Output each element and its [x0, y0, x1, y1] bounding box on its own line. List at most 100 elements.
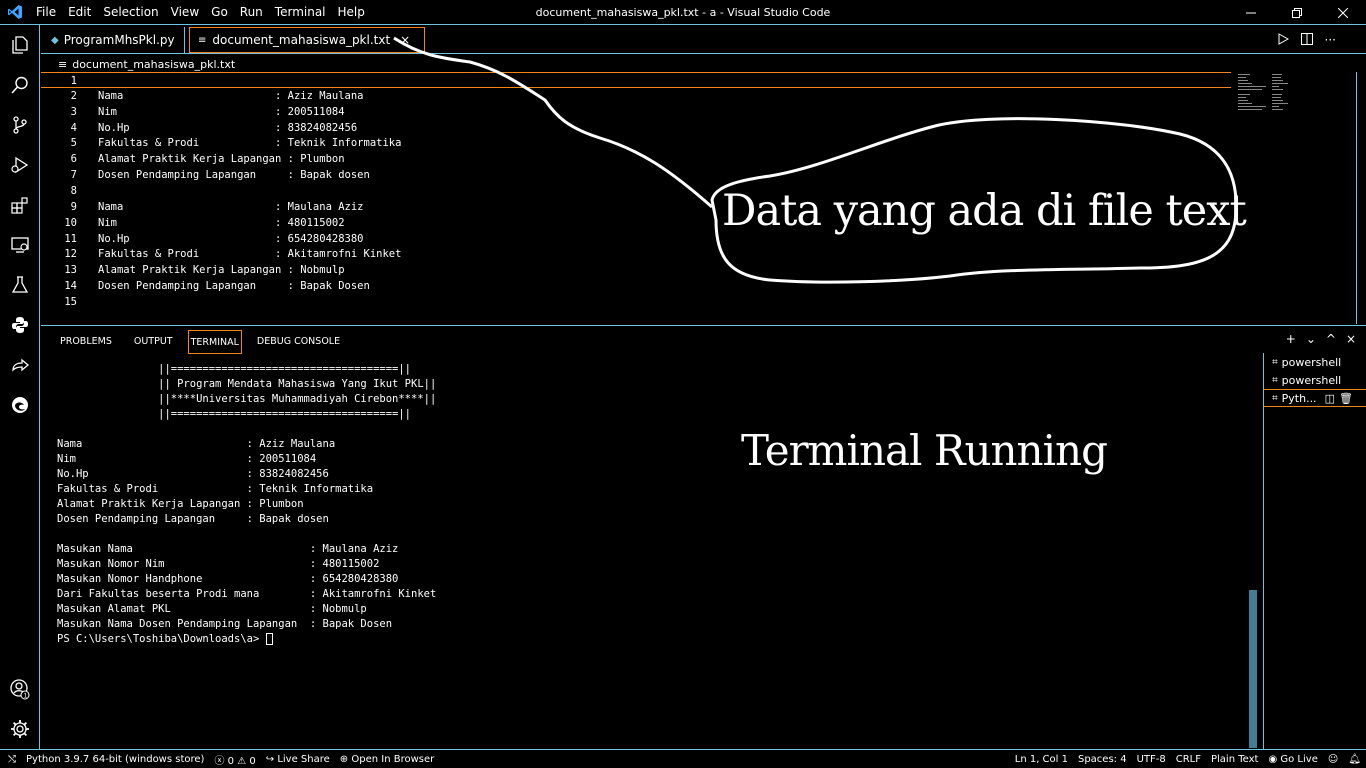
editor-line[interactable]: 13 Alamat Praktik Kerja Lapangan : Nobmul… — [41, 262, 1231, 278]
terminal-prompt: PS C:\Users\Toshiba\Downloads\a> — [57, 633, 266, 645]
minimap[interactable] — [1238, 72, 1298, 112]
live-share-icon[interactable] — [6, 351, 34, 379]
terminal-item-powershell[interactable]: ⌗ powershell — [1264, 353, 1366, 371]
tab-problems[interactable]: PROBLEMS — [53, 330, 119, 354]
feedback-icon[interactable]: ☺ — [1323, 754, 1343, 765]
editor-line[interactable]: 6 Alamat Praktik Kerja Lapangan : Plumbon — [41, 151, 1231, 167]
terminal-item-python[interactable]: ⌗ Pyth... ◫ 🗑 — [1264, 389, 1366, 407]
editor-actions: ··· — [1277, 26, 1336, 54]
tab-programmhspkl[interactable]: ◆ ProgramMhsPkl.py — [43, 27, 185, 53]
tab-close-icon[interactable]: × — [400, 33, 410, 47]
encoding[interactable]: UTF-8 — [1132, 754, 1171, 765]
python-interpreter[interactable]: Python 3.9.7 64-bit (windows store) — [21, 754, 209, 765]
edge-browser-icon[interactable] — [6, 391, 34, 419]
terminal-dropdown-icon[interactable]: ⌄ — [1306, 332, 1316, 346]
line-number: 14 — [64, 280, 77, 293]
editor-line[interactable]: 8 — [41, 183, 1231, 199]
tab-output[interactable]: OUTPUT — [127, 330, 180, 354]
extensions-icon[interactable] — [6, 191, 34, 219]
editor-line[interactable]: 1 — [41, 72, 1231, 88]
editor-line[interactable]: 14 Dosen Pendamping Lapangan : Bapak Dose… — [41, 278, 1231, 294]
line-number: 15 — [64, 295, 77, 308]
menu-view[interactable]: View — [165, 0, 205, 25]
editor-line[interactable]: 15 — [41, 294, 1231, 310]
source-control-icon[interactable] — [6, 111, 34, 139]
settings-gear-icon[interactable] — [6, 715, 34, 743]
terminal-line: Nim : 200511084 — [57, 453, 317, 465]
close-window-button[interactable] — [1320, 0, 1366, 25]
testing-icon[interactable] — [6, 271, 34, 299]
live-share-status[interactable]: ↪ Live Share — [261, 754, 335, 765]
line-text: Nim : 200511084 — [98, 105, 345, 118]
problems-indicator[interactable]: ⓧ 0 ⚠ 0 — [209, 752, 260, 767]
editor-line[interactable]: 3 Nim : 200511084 — [41, 104, 1231, 120]
split-editor-icon[interactable] — [1300, 32, 1313, 48]
notifications-bell-icon[interactable]: 🔔︎ — [1343, 754, 1366, 765]
python-icon[interactable] — [6, 311, 34, 339]
terminal-line: Masukan Nomor Handphone : 654280428380 — [57, 573, 399, 585]
menu-help[interactable]: Help — [332, 0, 371, 25]
line-number: 9 — [70, 200, 77, 213]
tab-terminal[interactable]: TERMINAL — [187, 330, 242, 354]
editor-line[interactable]: 12 Fakultas & Prodi : Akitamrofni Kinket — [41, 246, 1231, 262]
search-icon[interactable] — [6, 71, 34, 99]
accounts-icon[interactable]: 1 — [6, 675, 34, 703]
terminal-line: No.Hp : 83824082456 — [57, 468, 329, 480]
split-terminal-icon[interactable]: ◫ — [1325, 392, 1335, 405]
run-debug-icon[interactable] — [6, 151, 34, 179]
restore-button[interactable] — [1274, 0, 1320, 25]
line-text: No.Hp : 83824082456 — [98, 121, 358, 134]
tab-document-mahasiswa[interactable]: ≡ document_mahasiswa_pkl.txt × — [189, 27, 425, 53]
editor-line[interactable]: 5 Fakultas & Prodi : Teknik Informatika — [41, 135, 1231, 151]
explorer-icon[interactable] — [6, 31, 34, 59]
tab-debug-console[interactable]: DEBUG CONSOLE — [250, 330, 347, 354]
live-share-label: Live Share — [277, 753, 330, 765]
menu-go[interactable]: Go — [205, 0, 234, 25]
editor-line[interactable]: 4 No.Hp : 83824082456 — [41, 120, 1231, 136]
menu-run[interactable]: Run — [234, 0, 269, 25]
terminal-icon: ⌗ — [1272, 374, 1278, 386]
terminal-scrollbar[interactable] — [1249, 590, 1257, 748]
line-number: 11 — [64, 232, 77, 245]
terminal-line: Fakultas & Prodi : Teknik Informatika — [57, 483, 374, 495]
terminal-prompt-line[interactable]: PS C:\Users\Toshiba\Downloads\a> — [57, 632, 436, 647]
open-in-browser[interactable]: ⊕ Open In Browser — [335, 754, 439, 765]
maximize-panel-icon[interactable]: ^ — [1326, 332, 1336, 346]
editor-line[interactable]: 10 Nim : 480115002 — [41, 215, 1231, 231]
line-endings[interactable]: CRLF — [1171, 754, 1206, 765]
terminal-line: ||====================================|| — [57, 408, 412, 420]
language-mode[interactable]: Plain Text — [1206, 754, 1263, 765]
indentation[interactable]: Spaces: 4 — [1073, 754, 1132, 765]
terminal-item-powershell[interactable]: ⌗ powershell — [1264, 371, 1366, 389]
new-terminal-icon[interactable]: + — [1286, 332, 1296, 346]
remote-explorer-icon[interactable] — [6, 231, 34, 259]
breadcrumb[interactable]: ≡ document_mahasiswa_pkl.txt — [58, 56, 235, 72]
editor-line[interactable]: 2 Nama : Aziz Maulana — [41, 88, 1231, 104]
run-file-icon[interactable] — [1277, 32, 1289, 48]
editor-scrollbar[interactable] — [1356, 72, 1366, 324]
go-live[interactable]: ◉ Go Live — [1263, 754, 1322, 765]
menu-terminal[interactable]: Terminal — [269, 0, 332, 25]
terminal-output[interactable]: ||====================================||… — [57, 362, 436, 647]
more-actions-icon[interactable]: ··· — [1325, 33, 1336, 47]
panel-tabs: PROBLEMS OUTPUT TERMINAL DEBUG CONSOLE — [53, 328, 355, 356]
close-panel-icon[interactable]: × — [1346, 332, 1356, 346]
terminal-icon: ⌗ — [1272, 392, 1278, 404]
menu-selection[interactable]: Selection — [97, 0, 164, 25]
cursor-position[interactable]: Ln 1, Col 1 — [1010, 754, 1073, 765]
menu-bar: File Edit Selection View Go Run Terminal… — [30, 0, 371, 25]
line-number: 10 — [64, 216, 77, 229]
kill-terminal-icon[interactable]: 🗑 — [1339, 392, 1353, 405]
vscode-window: File Edit Selection View Go Run Terminal… — [0, 0, 1366, 768]
terminal-line: Masukan Alamat PKL : Nobmulp — [57, 603, 367, 615]
line-number: 12 — [64, 248, 77, 261]
minimize-button[interactable] — [1228, 0, 1274, 25]
editor-line[interactable]: 9 Nama : Maulana Aziz — [41, 199, 1231, 215]
menu-edit[interactable]: Edit — [62, 0, 97, 25]
menu-file[interactable]: File — [30, 0, 62, 25]
text-editor[interactable]: 1 2 Nama : Aziz Maulana 3 Nim : 200511084 4 No… — [41, 72, 1366, 324]
editor-line[interactable]: 7 Dosen Pendamping Lapangan : Bapak dosen — [41, 167, 1231, 183]
line-number: 5 — [70, 137, 77, 150]
remote-icon[interactable]: ⤭ — [0, 754, 21, 765]
editor-line[interactable]: 11 No.Hp : 654280428380 — [41, 231, 1231, 247]
